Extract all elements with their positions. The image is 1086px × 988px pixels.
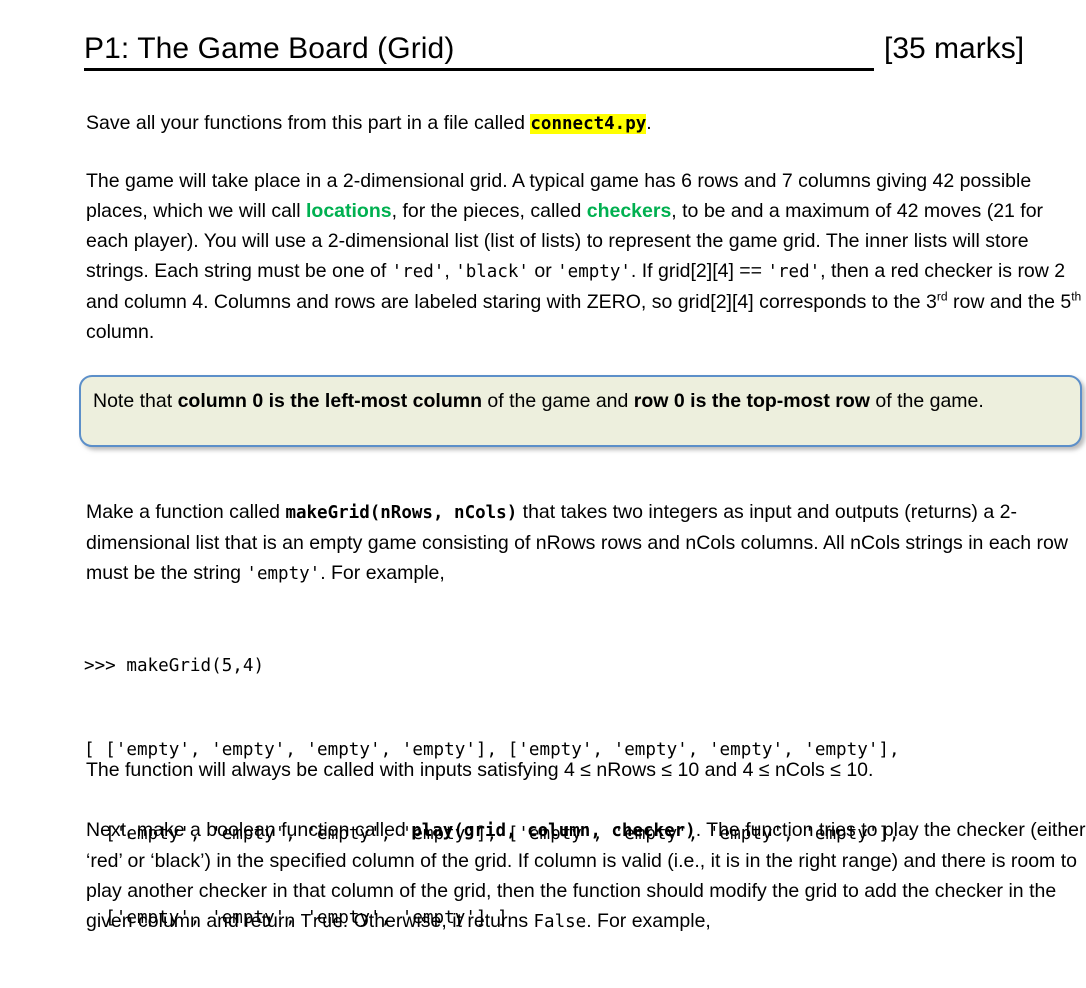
makegrid-paragraph: Make a function called makeGrid(nRows, n… (86, 497, 1086, 589)
save-instruction-paragraph: Save all your functions from this part i… (86, 108, 1086, 139)
intro-seg-9: column. (86, 320, 155, 343)
ordinal-suffix-th: th (1071, 289, 1082, 303)
play-seg-4: . For example, (586, 909, 711, 932)
code-black: 'black' (455, 261, 529, 282)
note-seg-3: of the game. (869, 390, 984, 412)
note-bold-column: column 0 is the left-most column (177, 390, 483, 412)
code-false: False (533, 911, 587, 932)
filename-highlight: connect4.py (530, 113, 647, 134)
input-range-paragraph: The function will always be called with … (86, 758, 874, 781)
term-locations: locations (306, 199, 392, 222)
intro-seg-2: , for the pieces, called (391, 199, 587, 222)
play-seg-1: Next, make a boolean function called (86, 818, 412, 841)
code-makegrid-signature: makeGrid(nRows, nCols) (285, 502, 518, 523)
intro-seg-5: or (528, 259, 558, 282)
intro-seg-4: , (444, 259, 456, 282)
make-seg-3: . For example, (320, 561, 445, 584)
save-text-before: Save all your functions from this part i… (86, 111, 531, 134)
intro-seg-8: row and the 5 (947, 290, 1072, 313)
code-red-2: 'red' (767, 261, 821, 282)
make-seg-1: Make a function called (86, 500, 286, 523)
term-checkers: checkers (586, 199, 672, 222)
note-seg-1: Note that (93, 390, 178, 412)
note-bold-row: row 0 is the top-most row (633, 390, 870, 412)
code-empty-2: 'empty' (246, 563, 321, 584)
code-true: True (300, 911, 343, 932)
note-callout-box: Note that column 0 is the left-most colu… (79, 375, 1082, 447)
note-callout-text: Note that column 0 is the left-most colu… (93, 386, 1066, 416)
ordinal-suffix-rd: rd (936, 289, 948, 303)
save-text-after: . (646, 111, 652, 134)
page-title: P1: The Game Board (Grid) (84, 30, 874, 71)
code-play-signature: play(grid, column, checker) (411, 820, 696, 841)
intro-paragraph: The game will take place in a 2-dimensio… (86, 166, 1086, 347)
intro-seg-6: . If grid[2][4] == (630, 259, 768, 282)
page-heading: P1: The Game Board (Grid) [35 marks] (84, 30, 1084, 76)
marks-label: [35 marks] (884, 32, 1025, 65)
play-seg-3: . Otherwise, it returns (342, 909, 534, 932)
code-red-1: 'red' (391, 261, 445, 282)
document-page: P1: The Game Board (Grid) [35 marks] Save… (0, 0, 1086, 984)
note-seg-2: of the game and (482, 390, 634, 412)
play-function-paragraph: Next, make a boolean function called pla… (86, 815, 1086, 937)
code-line: >>> makeGrid(5,4) (84, 656, 265, 676)
code-empty-1: 'empty' (557, 261, 631, 282)
